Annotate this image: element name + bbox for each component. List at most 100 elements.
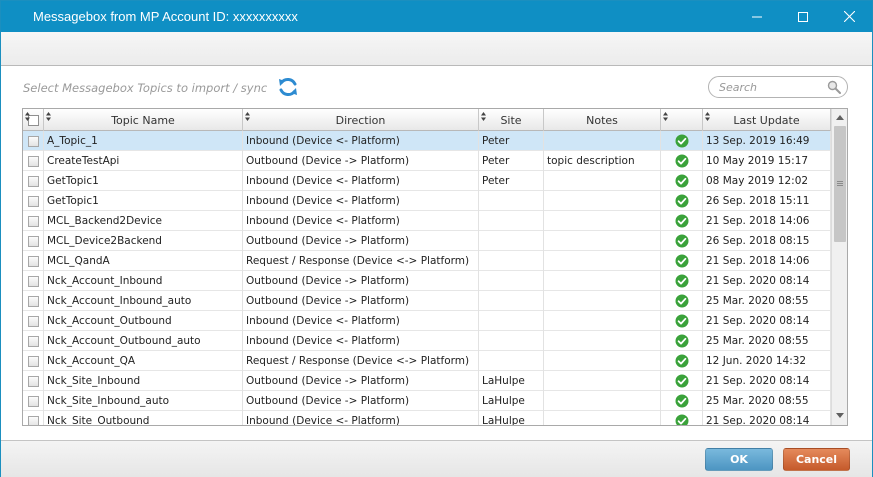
table-row[interactable]: CreateTestApi Outbound (Device -> Platfor… <box>23 151 831 171</box>
notes-cell: topic description <box>544 151 661 171</box>
row-select-cell <box>23 211 44 231</box>
toolbar-band <box>1 32 872 66</box>
table-row[interactable]: MCL_Device2Backend Outbound (Device -> Pl… <box>23 231 831 251</box>
topic-cell: MCL_Device2Backend <box>44 231 243 251</box>
header-topic-name[interactable]: Topic Name <box>44 109 243 131</box>
status-cell <box>661 331 703 351</box>
updated-cell: 25 Mar. 2020 08:55 <box>703 331 831 351</box>
notes-cell <box>544 411 661 425</box>
search-icon[interactable] <box>827 80 841 94</box>
check-circle-icon <box>675 234 688 248</box>
row-checkbox[interactable] <box>27 275 39 287</box>
direction-cell: Inbound (Device <- Platform) <box>243 211 479 231</box>
topic-cell: Nck_Site_Inbound <box>44 371 243 391</box>
table-row[interactable]: MCL_QandA Request / Response (Device <-> … <box>23 251 831 271</box>
window-title: Messagebox from MP Account ID: xxxxxxxxx… <box>33 9 298 24</box>
row-checkbox[interactable] <box>27 375 39 387</box>
row-checkbox[interactable] <box>27 355 39 367</box>
table-row[interactable]: Nck_Account_Outbound Inbound (Device <- P… <box>23 311 831 331</box>
search-input[interactable] <box>719 80 824 95</box>
header-notes[interactable]: Notes <box>544 109 661 131</box>
grid-body: A_Topic_1 Inbound (Device <- Platform) Pet… <box>23 131 831 425</box>
close-button[interactable] <box>826 1 872 32</box>
status-cell <box>661 231 703 251</box>
site-cell <box>479 291 544 311</box>
scroll-down-button[interactable] <box>832 407 847 423</box>
header-direction[interactable]: Direction <box>243 109 479 131</box>
direction-cell: Outbound (Device -> Platform) <box>243 151 479 171</box>
row-checkbox[interactable] <box>27 335 39 347</box>
site-cell: Peter <box>479 151 544 171</box>
grip-line <box>837 185 843 186</box>
minimize-button[interactable] <box>734 1 780 32</box>
header-site[interactable]: Site <box>479 109 544 131</box>
site-cell: Peter <box>479 171 544 191</box>
notes-cell <box>544 291 661 311</box>
header-last-update[interactable]: Last Update <box>703 109 831 131</box>
table-row[interactable]: Nck_Site_Inbound_auto Outbound (Device ->… <box>23 391 831 411</box>
row-checkbox[interactable] <box>27 155 39 167</box>
updated-cell: 25 Mar. 2020 08:55 <box>703 391 831 411</box>
row-checkbox[interactable] <box>27 215 39 227</box>
arrow-down-icon <box>836 412 844 418</box>
row-select-cell <box>23 271 44 291</box>
refresh-button[interactable] <box>276 75 300 99</box>
updated-cell: 21 Sep. 2020 08:14 <box>703 271 831 291</box>
status-cell <box>661 411 703 425</box>
row-select-cell <box>23 411 44 425</box>
table-row[interactable]: GetTopic1 Inbound (Device <- Platform) Pet… <box>23 171 831 191</box>
table-row[interactable]: Nck_Account_Outbound_auto Inbound (Device… <box>23 331 831 351</box>
table-row[interactable]: Nck_Account_Inbound Outbound (Device -> P… <box>23 271 831 291</box>
status-cell <box>661 191 703 211</box>
header-label: Site <box>500 113 522 127</box>
site-cell <box>479 331 544 351</box>
check-circle-icon <box>675 294 688 308</box>
table-row[interactable]: GetTopic1 Inbound (Device <- Platform) 26 … <box>23 191 831 211</box>
notes-cell <box>544 231 661 251</box>
table-row[interactable]: Nck_Site_Outbound Inbound (Device <- Plat… <box>23 411 831 425</box>
row-checkbox[interactable] <box>27 315 39 327</box>
cancel-button[interactable]: Cancel <box>783 448 850 471</box>
status-cell <box>661 291 703 311</box>
updated-cell: 21 Sep. 2020 08:14 <box>703 311 831 331</box>
row-select-cell <box>23 351 44 371</box>
row-checkbox[interactable] <box>27 395 39 407</box>
scrollbar-thumb[interactable] <box>834 126 846 242</box>
table-row[interactable]: Nck_Account_Inbound_auto Outbound (Device… <box>23 291 831 311</box>
updated-cell: 12 Jun. 2020 14:32 <box>703 351 831 371</box>
row-checkbox[interactable] <box>27 255 39 267</box>
table-row[interactable]: A_Topic_1 Inbound (Device <- Platform) Pet… <box>23 131 831 151</box>
table-row[interactable]: MCL_Backend2Device Inbound (Device <- Pla… <box>23 211 831 231</box>
vertical-scrollbar[interactable] <box>831 109 847 425</box>
maximize-button[interactable] <box>780 1 826 32</box>
status-cell <box>661 131 703 151</box>
updated-cell: 13 Sep. 2019 16:49 <box>703 131 831 151</box>
scroll-up-button[interactable] <box>832 109 847 125</box>
header-status[interactable] <box>661 109 703 131</box>
row-checkbox[interactable] <box>27 415 39 425</box>
ok-button[interactable]: OK <box>705 448 773 471</box>
topic-cell: Nck_Account_Outbound_auto <box>44 331 243 351</box>
topic-cell: MCL_QandA <box>44 251 243 271</box>
check-circle-icon <box>675 154 688 168</box>
row-checkbox[interactable] <box>27 235 39 247</box>
row-select-cell <box>23 391 44 411</box>
table-row[interactable]: Nck_Account_QA Request / Response (Device… <box>23 351 831 371</box>
check-circle-icon <box>675 314 688 328</box>
notes-cell <box>544 311 661 331</box>
table-row[interactable]: Nck_Site_Inbound Outbound (Device -> Plat… <box>23 371 831 391</box>
header-select-all[interactable] <box>23 109 44 131</box>
row-checkbox[interactable] <box>27 295 39 307</box>
sort-icon <box>46 112 51 121</box>
row-checkbox[interactable] <box>27 175 39 187</box>
row-checkbox[interactable] <box>27 135 39 147</box>
header-label: Last Update <box>733 113 800 127</box>
check-circle-icon <box>675 334 688 348</box>
row-checkbox[interactable] <box>27 195 39 207</box>
check-circle-icon <box>675 394 688 408</box>
direction-cell: Inbound (Device <- Platform) <box>243 411 479 425</box>
site-cell <box>479 211 544 231</box>
import-instructions: Select Messagebox Topics to import / syn… <box>23 81 268 95</box>
direction-cell: Inbound (Device <- Platform) <box>243 311 479 331</box>
direction-cell: Outbound (Device -> Platform) <box>243 291 479 311</box>
